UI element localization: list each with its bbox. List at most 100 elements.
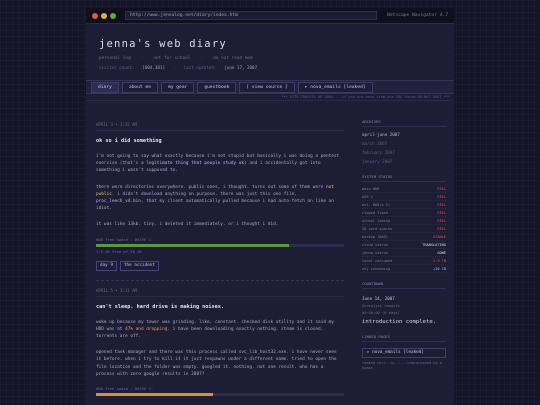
last-updated: june 17, 2007 — [224, 65, 258, 70]
post-paragraph: it was like 13kb. tiny. i deleted it imm… — [96, 221, 344, 228]
status-value: FAIL — [437, 218, 446, 223]
archives-list: april-june 2007 march 2007 february 2007… — [362, 130, 446, 166]
post-paragraph: opened task manager and there was this p… — [96, 349, 344, 378]
traffic-marquee: *** SITE TRAFFIC UP 300% -- if you are h… — [86, 94, 454, 101]
status-row: school laptop FAIL — [362, 217, 446, 225]
tagline: personal log · not for school · do not r… — [99, 56, 441, 61]
meter-track — [96, 243, 344, 247]
disk-space-meter: HDD free space - DRIVE C: 1.6 GB free of… — [96, 237, 344, 254]
close-window-dot[interactable] — [92, 12, 98, 19]
tab-nova-emails[interactable]: ▸ nova_emails [leaked] — [297, 81, 373, 93]
status-key: cloud status — [362, 242, 388, 247]
status-key: nny consuming — [362, 266, 391, 271]
tab-guestbook[interactable]: guestbook — [197, 81, 237, 93]
linked-page-description: leaked corr. to ---- unprocessed by a hu… — [362, 361, 443, 370]
system-status-list: main HDD FAIL USB 2 FAIL ext. HDD(s 2) FAIL ri… — [362, 185, 446, 273]
countdown-location: @catalyst compute — [362, 304, 400, 308]
status-key: ext. HDD(s 2) — [362, 202, 391, 207]
status-value: FAIL — [437, 194, 446, 199]
countdown-date: June 14, 2007 — [362, 296, 395, 301]
status-row: USB 2 FAIL — [362, 193, 446, 201]
site-header: jenna's web diary personal log · not for… — [86, 24, 454, 80]
post-date: APRIL 3 • 1:32 AM — [96, 122, 344, 131]
last-updated-label: last updated: — [183, 65, 217, 70]
tab-view-source[interactable]: [ view source ] — [239, 81, 295, 93]
visitor-count: [004,381] — [142, 65, 165, 70]
tagline-item: do not read mom — [213, 56, 253, 61]
status-row: main HDD FAIL — [362, 185, 446, 193]
post-title: ok so i did something — [96, 138, 162, 144]
tag-the-accident[interactable]: the accident — [119, 260, 159, 271]
separator: · — [140, 56, 144, 61]
status-value: FAIL — [437, 210, 446, 215]
linked-page-nova-emails[interactable]: ▸ nova_emails [leaked] — [362, 348, 446, 358]
visitor-count-label: visitor count: — [99, 65, 135, 70]
separator: · — [173, 65, 176, 70]
meter-fill — [96, 393, 213, 397]
status-key: ripped flash — [362, 210, 388, 215]
status-value: GONE — [437, 250, 446, 255]
status-row: local consumed -3.9 TB — [362, 257, 446, 265]
countdown-timer: 00:00:00 (0 days) — [362, 311, 400, 315]
status-value: -3.9 TB — [430, 258, 446, 263]
separator: · — [200, 56, 204, 61]
status-key: USB 2 — [362, 194, 373, 199]
post-paragraph: woke up because my tower was grinding. l… — [96, 319, 344, 341]
status-row: jenna status GONE — [362, 249, 446, 257]
maximize-window-dot[interactable] — [110, 12, 116, 19]
archive-link[interactable]: march 2007 — [362, 139, 446, 148]
linked-pages-heading: LINKED PAGES — [362, 334, 446, 342]
meter-track — [96, 393, 344, 397]
status-row: ext. HDD(s 2) FAIL — [362, 201, 446, 209]
highlighted-text: legitimate thing that people study ok — [146, 161, 245, 167]
status-row: nny consuming +30 CB — [362, 265, 446, 273]
system-status-heading: SYSTEM STATUS — [362, 174, 446, 182]
meter-label: HDD free space - DRIVE C: — [96, 386, 154, 392]
post-title: can't sleep. hard drive is making noises… — [96, 303, 225, 310]
countdown-heading: COUNTDOWN — [362, 281, 446, 289]
meter-fill — [96, 243, 290, 247]
text-segment: . i didn't download anything on purpose.… — [111, 191, 297, 197]
status-value: FAIL — [437, 202, 446, 207]
tab-diary[interactable]: diary — [91, 81, 119, 93]
status-value: FAIL — [437, 226, 446, 231]
meter-caption: 1.6 GB free of 20 GB — [96, 248, 142, 254]
highlighted-text: 47% and dropping — [125, 326, 168, 332]
status-key: jenna status — [362, 250, 388, 255]
tag-day-9[interactable]: day 9 — [96, 260, 117, 271]
highlighted-text: proc_leech_v4.bin — [96, 199, 141, 205]
status-key: local consumed — [362, 258, 393, 263]
sidebar: ARCHIVES april-june 2007 march 2007 febr… — [362, 115, 446, 405]
post-paragraph: i'm not going to say what exactly becaus… — [96, 153, 344, 175]
address-bar[interactable]: http://www.jennalog.net/diary/index.htm — [125, 11, 377, 20]
tab-my-gear[interactable]: my gear — [160, 81, 195, 93]
status-value: FAIL — [437, 186, 446, 191]
minimize-window-dot[interactable] — [101, 12, 107, 19]
site-title: jenna's web diary — [99, 38, 227, 50]
status-key: main HDD — [362, 186, 380, 191]
countdown-message: introduction complete. — [362, 319, 437, 325]
post-tags: day 9 the accident — [96, 260, 344, 280]
status-value: +30 CB — [433, 266, 446, 271]
status-row: SD card spares FAIL — [362, 225, 446, 233]
tagline-item: not for school — [153, 56, 191, 61]
site-meta: visitor count: [004,381] · last updated:… — [99, 65, 441, 70]
diary-feed: APRIL 3 • 1:32 AM ok so i did something … — [86, 115, 354, 405]
nav-bar: diary about me my gear guestbook [ view … — [86, 80, 454, 94]
archive-link[interactable]: february 2007 — [362, 148, 446, 157]
diary-post: APRIL 3 • 1:32 AM ok so i did something … — [96, 122, 344, 281]
browser-chrome: http://www.jennalog.net/diary/index.htm … — [86, 8, 454, 24]
status-key: backup (NAS) — [362, 234, 388, 239]
text-segment: there were directories everywhere. publi… — [96, 184, 326, 190]
diary-post: APRIL 5 • 3:11 AM can't sleep. hard driv… — [96, 288, 344, 397]
tab-about-me[interactable]: about me — [121, 81, 158, 93]
archive-link[interactable]: april-june 2007 — [362, 130, 446, 139]
text-segment: it was like 13kb. tiny. i deleted it imm… — [96, 222, 279, 228]
archive-link[interactable]: january 2007 — [362, 157, 446, 166]
meter-label: HDD free space - DRIVE C: — [96, 236, 154, 242]
text-segment: opened task manager and there was this p… — [96, 350, 337, 377]
browser-name: Netscape Navigator 4.7 — [387, 13, 448, 18]
status-value: STABLE — [433, 234, 446, 239]
status-key: SD card spares — [362, 226, 393, 231]
post-date: APRIL 5 • 3:11 AM — [96, 288, 344, 297]
